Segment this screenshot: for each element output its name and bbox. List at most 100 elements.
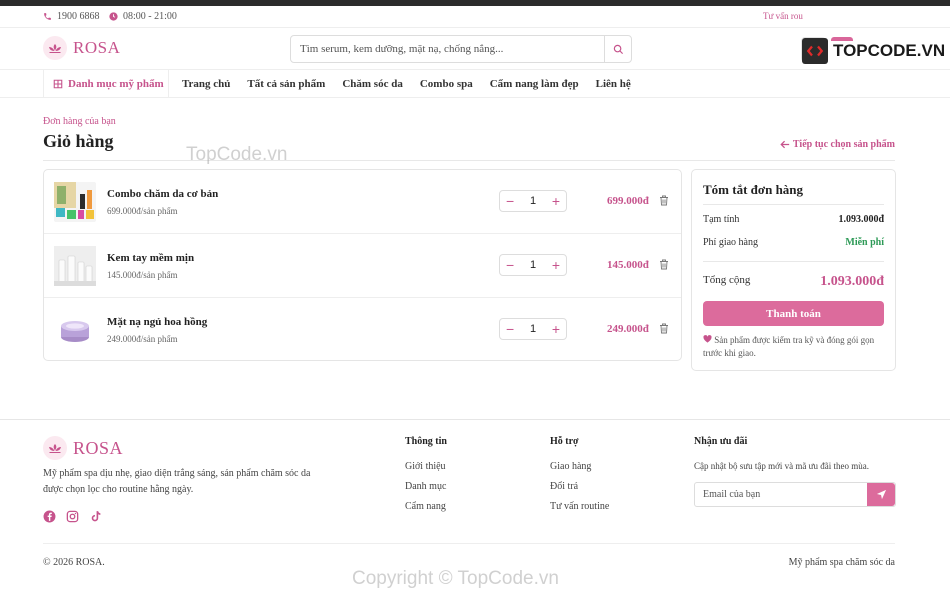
checkout-button[interactable]: Thanh toán (703, 301, 884, 326)
brand-name: ROSA (73, 38, 121, 57)
footer-description: Mỹ phẩm spa dịu nhẹ, giao diện trắng sán… (43, 468, 311, 495)
minus-button[interactable]: − (506, 194, 514, 208)
footer-support-heading: Hỗ trợ (550, 436, 579, 447)
trash-icon[interactable] (659, 323, 669, 334)
category-menu-label: Danh mục mỹ phẩm (68, 78, 164, 90)
consult-link[interactable]: Tư vấn rou (763, 11, 803, 21)
footer-link-guide[interactable]: Cẩm nang (405, 501, 447, 512)
site-logo[interactable]: ROSA (43, 36, 120, 60)
footer-support-column: Hỗ trợ Giao hàng Đổi trả Tư vấn routine (550, 436, 609, 521)
phone-icon (43, 12, 52, 21)
summary-title: Tóm tắt đơn hàng (703, 182, 804, 197)
plus-button[interactable]: + (552, 322, 560, 336)
line-total: 699.000đ (607, 195, 649, 207)
footer-link-returns[interactable]: Đổi trả (550, 481, 609, 492)
quantity-value[interactable]: 1 (530, 195, 536, 207)
quantity-stepper: − 1 + (499, 254, 567, 276)
page-title: Giỏ hàng (43, 131, 114, 151)
footer-info-column: Thông tin Giới thiệu Danh mục Cẩm nang (405, 436, 447, 521)
nav-link-all-products[interactable]: Tất cả sản phẩm (247, 78, 325, 90)
hours-info: 08:00 - 21:00 (109, 11, 177, 22)
grid-icon (53, 79, 63, 89)
trash-icon[interactable] (659, 195, 669, 206)
cart-list: Combo chăm da cơ bản 699.000đ/sản phẩm −… (43, 169, 682, 361)
line-total: 145.000đ (607, 259, 649, 271)
main-header: ROSA AD admin TOPCODE.VN (0, 28, 950, 70)
footer-link-categories[interactable]: Danh mục (405, 481, 447, 492)
footer-bottom-divider (43, 543, 895, 544)
line-total: 249.000đ (607, 323, 649, 335)
nav-links: Trang chủ Tất cả sản phẩm Chăm sóc da Co… (182, 78, 631, 90)
send-icon (876, 489, 887, 500)
footer-link-routine-advice[interactable]: Tư vấn routine (550, 501, 609, 512)
watermark-brand-text: TOPCODE.VN (831, 41, 948, 61)
subtotal-label: Tạm tính (703, 214, 740, 225)
continue-shopping-link[interactable]: Tiếp tục chọn sản phẩm (780, 139, 895, 150)
nav-link-spa-combo[interactable]: Combo spa (420, 78, 473, 90)
quantity-value[interactable]: 1 (530, 323, 536, 335)
plus-button[interactable]: + (552, 258, 560, 272)
footer-link-delivery[interactable]: Giao hàng (550, 461, 609, 472)
top-info-strip: 1900 6868 08:00 - 21:00 Tư vấn rou (0, 6, 950, 28)
minus-button[interactable]: − (506, 258, 514, 272)
footer-newsletter-column: Nhận ưu đãi Cập nhật bộ sưu tập mới và m… (694, 436, 896, 507)
clock-icon (109, 12, 118, 21)
total-value: 1.093.000đ (820, 274, 884, 289)
order-summary: Tóm tắt đơn hàng Tạm tính 1.093.000đ Phí… (691, 169, 896, 371)
continue-shopping-label: Tiếp tục chọn sản phẩm (792, 139, 895, 150)
quantity-value[interactable]: 1 (530, 259, 536, 271)
footer-logo[interactable]: ROSA (43, 436, 123, 460)
newsletter-heading: Nhận ưu đãi (694, 436, 748, 447)
instagram-icon[interactable] (66, 510, 79, 523)
consult-link-label: Tư vấn rou (763, 11, 803, 21)
social-links (43, 510, 102, 523)
newsletter-email-input[interactable] (695, 483, 867, 506)
watermark-copyright: Copyright © TopCode.vn (352, 568, 559, 589)
search-bar (290, 35, 632, 63)
product-thumbnail[interactable] (54, 182, 96, 222)
breadcrumb: Đơn hàng của bạn (43, 116, 116, 127)
search-button[interactable] (604, 36, 631, 62)
summary-divider (703, 261, 884, 262)
shipping-value: Miễn phí (845, 237, 884, 248)
facebook-icon[interactable] (43, 510, 56, 523)
copyright: © 2026 ROSA. (43, 557, 105, 568)
newsletter-submit-button[interactable] (867, 483, 895, 506)
trash-icon[interactable] (659, 259, 669, 270)
footer-divider (0, 419, 950, 420)
summary-divider (703, 204, 884, 205)
nav-link-skincare[interactable]: Chăm sóc da (342, 78, 403, 90)
shipping-label: Phí giao hàng (703, 237, 758, 248)
phone-info: 1900 6868 (43, 11, 100, 22)
footer-tagline: Mỹ phẩm spa chăm sóc da (788, 557, 895, 568)
packaging-note: Sản phẩm được kiểm tra kỹ và đóng gói gọ… (703, 334, 888, 360)
product-unit-price: 249.000đ/sản phẩm (107, 334, 178, 344)
tiktok-icon[interactable] (89, 510, 102, 523)
minus-button[interactable]: − (506, 322, 514, 336)
title-divider (43, 160, 895, 161)
shipping-row: Phí giao hàng Miễn phí (703, 237, 884, 248)
watermark-logo: TOPCODE.VN (802, 38, 950, 64)
nav-link-contact[interactable]: Liên hệ (596, 78, 631, 90)
opening-hours: 08:00 - 21:00 (123, 11, 177, 22)
category-menu-button[interactable]: Danh mục mỹ phẩm (43, 70, 169, 98)
search-input[interactable] (291, 36, 604, 62)
plus-button[interactable]: + (552, 194, 560, 208)
heart-icon (703, 335, 712, 343)
product-name[interactable]: Combo chăm da cơ bản (107, 188, 218, 200)
lotus-icon (43, 36, 67, 60)
footer-link-about[interactable]: Giới thiệu (405, 461, 447, 472)
product-thumbnail[interactable] (54, 310, 96, 350)
newsletter-form (694, 482, 896, 507)
code-logo-icon (802, 38, 828, 64)
footer-info-heading: Thông tin (405, 436, 447, 447)
product-unit-price: 699.000đ/sản phẩm (107, 206, 178, 216)
cart-item: Mặt nạ ngủ hoa hồng 249.000đ/sản phẩm − … (44, 298, 681, 362)
nav-link-home[interactable]: Trang chủ (182, 78, 230, 90)
nav-link-beauty-guide[interactable]: Cẩm nang làm đẹp (490, 78, 579, 90)
watermark-text: TopCode.vn (186, 144, 288, 165)
product-name[interactable]: Kem tay mềm mịn (107, 252, 194, 264)
cart-item: Combo chăm da cơ bản 699.000đ/sản phẩm −… (44, 170, 681, 234)
product-thumbnail[interactable] (54, 246, 96, 286)
product-name[interactable]: Mặt nạ ngủ hoa hồng (107, 316, 207, 328)
